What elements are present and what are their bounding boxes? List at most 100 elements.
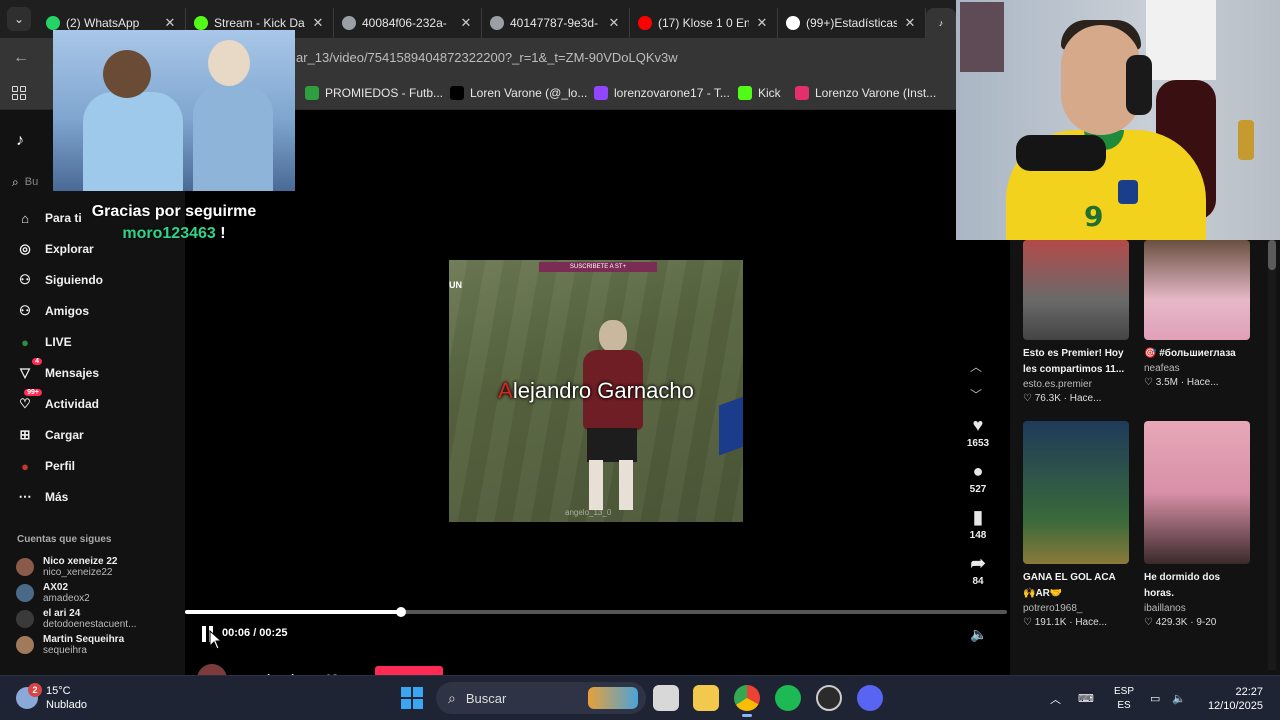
- sidebar-item-amigos[interactable]: ⚇ Amigos: [16, 302, 89, 320]
- tiktok-logo-icon[interactable]: ♪: [16, 132, 24, 150]
- clock-time: 22:27: [1235, 686, 1263, 698]
- feed-title[interactable]: GANA EL GOL ACA 🙌AR🤝: [1023, 570, 1129, 602]
- sidebar-item-actividad[interactable]: ♡ 99+ Actividad: [16, 389, 100, 413]
- feed-stats: ♡ 3.5M · Hace...: [1144, 377, 1219, 388]
- account-name: el ari 24: [43, 608, 81, 619]
- sidebar-item-label: Perfil: [45, 459, 76, 473]
- browser-tab[interactable]: (99+)Estadísticas ✕: [778, 8, 926, 38]
- tab-title: (17) Klose 1 0 En: [658, 16, 749, 30]
- file-explorer-icon[interactable]: [693, 685, 719, 711]
- video-player[interactable]: SUSCRIBETE A ST+ UN Alejandro Garnacho a…: [185, 110, 1010, 694]
- tray-overflow-chevron-icon[interactable]: ︿: [1050, 676, 1061, 720]
- tab-search-button[interactable]: ⌄: [0, 0, 38, 38]
- progress-bar[interactable]: [185, 607, 1007, 617]
- chevron-up-icon[interactable]: ︿: [970, 358, 982, 375]
- upload-icon: ⊞: [19, 427, 31, 442]
- taskbar-search[interactable]: ⌕ Buscar: [436, 682, 646, 714]
- bookmark-item[interactable]: Loren Varone (@_lo...: [450, 86, 587, 100]
- scrollbar-thumb[interactable]: [1268, 240, 1276, 270]
- feed-stats: ♡ 76.3K · Hace...: [1023, 393, 1102, 404]
- volume-tray-icon[interactable]: 🔈: [1172, 676, 1186, 720]
- bookmark-item[interactable]: lorenzovarone17 - T...: [594, 86, 730, 100]
- feed-title[interactable]: 🎯 #большиеглаза: [1144, 346, 1250, 362]
- lang-bottom: ES: [1117, 700, 1131, 711]
- followed-account[interactable]: el ari 24 detodoenestacuent...: [16, 608, 136, 630]
- browser-tab[interactable]: 40084f06-232a- ✕: [334, 8, 482, 38]
- sidebar-item-live[interactable]: ● LIVE: [16, 333, 72, 351]
- close-icon[interactable]: ✕: [163, 15, 177, 31]
- sidebar-item-mensajes[interactable]: ▽ 4 Mensajes: [16, 358, 99, 382]
- back-button[interactable]: ←: [4, 41, 38, 75]
- feed-author[interactable]: esto.es.premier: [1023, 378, 1129, 392]
- comment-action[interactable]: ● 527: [958, 461, 998, 495]
- feed-title[interactable]: He dormido dos horas.: [1144, 570, 1250, 602]
- share-icon[interactable]: ➦: [958, 553, 998, 574]
- account-handle: amadeox2: [43, 593, 90, 604]
- volume-icon[interactable]: 🔈: [970, 626, 987, 643]
- bookmark-icon[interactable]: ▮: [958, 507, 998, 528]
- bookmark-item[interactable]: Lorenzo Varone (Inst...: [795, 86, 936, 100]
- sidebar-item-más[interactable]: ⋯ Más: [16, 488, 69, 506]
- share-action[interactable]: ➦ 84: [958, 553, 998, 587]
- obs-icon[interactable]: [816, 685, 842, 711]
- browser-tab[interactable]: 40147787-9e3d- ✕: [482, 8, 630, 38]
- chrome-icon[interactable]: [734, 685, 760, 717]
- weather-temp: 15°C: [46, 685, 71, 697]
- language-indicator[interactable]: ESP ES: [1114, 685, 1134, 713]
- browser-tab[interactable]: (17) Klose 1 0 En ✕: [630, 8, 778, 38]
- football-player-figure: [569, 320, 643, 510]
- bookmark-action[interactable]: ▮ 148: [958, 507, 998, 541]
- close-icon[interactable]: ✕: [311, 15, 325, 31]
- feed-card[interactable]: Esto es Premier! Hoy les compartimos 11.…: [1023, 240, 1129, 406]
- close-icon[interactable]: ✕: [459, 15, 473, 31]
- tab-active-tiktok[interactable]: ♪: [926, 8, 956, 38]
- apps-grid-icon[interactable]: [12, 86, 26, 100]
- bookmark-label: Lorenzo Varone (Inst...: [815, 86, 937, 100]
- search-icon: ⌕: [448, 689, 456, 706]
- avatar: [16, 610, 34, 628]
- chevron-down-icon[interactable]: ﹀: [970, 386, 982, 403]
- arrow-left-icon: ←: [13, 49, 29, 66]
- heart-action[interactable]: ♥ 1653: [958, 415, 998, 449]
- feed-thumbnail[interactable]: [1023, 240, 1129, 340]
- followed-account[interactable]: Martin Sequeihra sequeihra: [16, 634, 124, 656]
- feed-card[interactable]: 🎯 #большиеглаза neafeas ♡ 3.5M · Hace...: [1144, 240, 1250, 390]
- spotify-icon[interactable]: [775, 685, 801, 711]
- feed-author[interactable]: neafeas: [1144, 362, 1250, 376]
- kick-icon: [738, 86, 752, 100]
- windows-start-icon[interactable]: [401, 687, 423, 709]
- tab-title: 40084f06-232a-: [362, 16, 447, 30]
- network-icon[interactable]: ▭: [1150, 676, 1160, 720]
- task-view-icon[interactable]: [653, 685, 679, 711]
- followed-account[interactable]: AX02 amadeox2: [16, 582, 90, 604]
- feed-thumbnail[interactable]: [1023, 421, 1129, 564]
- discord-icon[interactable]: [857, 685, 883, 711]
- sidebar-item-siguiendo[interactable]: ⚇ Siguiendo: [16, 271, 103, 289]
- feed-thumbnail[interactable]: [1144, 421, 1250, 564]
- weather-widget[interactable]: 2 15°C Nublado: [16, 683, 87, 712]
- feed-thumbnail[interactable]: [1144, 240, 1250, 340]
- clock[interactable]: 22:27 12/10/2025: [1203, 685, 1263, 713]
- feed-author[interactable]: potrero1968_: [1023, 602, 1129, 616]
- progress-knob[interactable]: [396, 607, 406, 617]
- video-frame[interactable]: SUSCRIBETE A ST+ UN Alejandro Garnacho a…: [449, 260, 743, 522]
- sidebar-item-cargar[interactable]: ⊞ Cargar: [16, 426, 84, 444]
- feed-card[interactable]: He dormido dos horas. ibaillanos ♡ 429.3K …: [1144, 421, 1250, 630]
- feed-card[interactable]: GANA EL GOL ACA 🙌AR🤝 potrero1968_ ♡ 191.1K…: [1023, 421, 1129, 630]
- close-icon[interactable]: ✕: [903, 15, 917, 31]
- comment-icon[interactable]: ●: [958, 461, 998, 482]
- heart-icon[interactable]: ♥: [958, 415, 998, 436]
- sidebar-item-label: Actividad: [45, 397, 100, 411]
- feed-author[interactable]: ibaillanos: [1144, 602, 1250, 616]
- input-method-icon[interactable]: ⌨: [1078, 676, 1094, 720]
- url-field[interactable]: ar_13/video/7541589404872322200?_r=1&_t=…: [296, 50, 678, 65]
- sidebar-item-perfil[interactable]: ● Perfil: [16, 457, 75, 475]
- scrollbar-track[interactable]: [1268, 240, 1276, 670]
- bookmark-item[interactable]: Kick: [738, 86, 781, 100]
- bookmark-item[interactable]: PROMIEDOS - Futb...: [305, 86, 443, 100]
- close-icon[interactable]: ✕: [755, 15, 769, 31]
- feed-title[interactable]: Esto es Premier! Hoy les compartimos 11.…: [1023, 346, 1129, 378]
- close-icon[interactable]: ✕: [607, 15, 621, 31]
- weather-desc: Nublado: [46, 699, 87, 711]
- followed-account[interactable]: Nico xeneize 22 nico_xeneize22: [16, 556, 117, 578]
